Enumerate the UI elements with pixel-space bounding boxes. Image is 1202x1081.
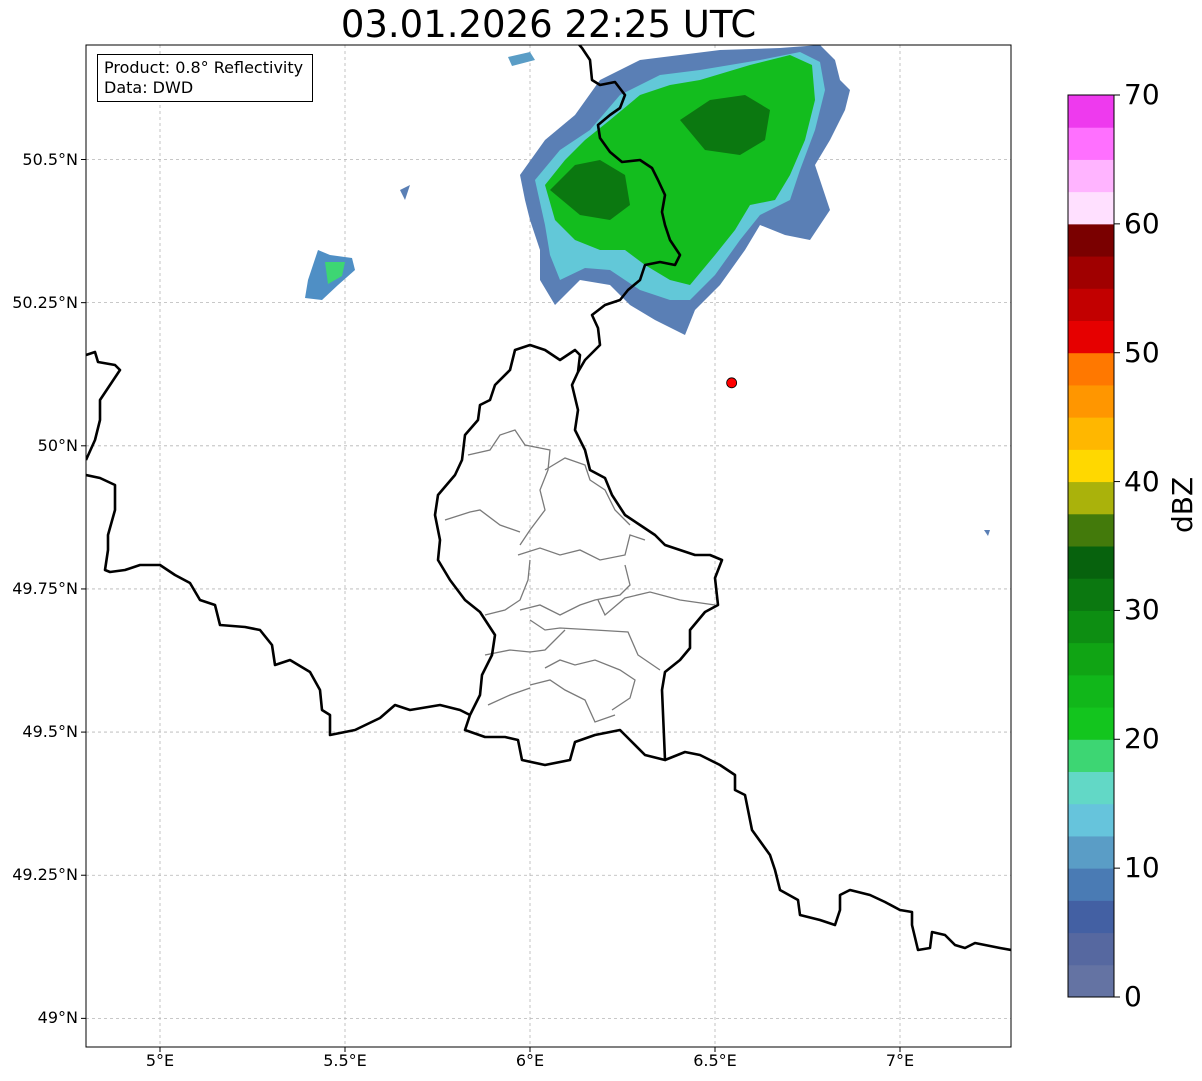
colorbar-segment xyxy=(1068,900,1114,934)
colorbar-tick-label: 0 xyxy=(1124,980,1142,1013)
colorbar-segment xyxy=(1068,513,1114,547)
colorbar-segment xyxy=(1068,320,1114,354)
colorbar-segment xyxy=(1068,835,1114,869)
colorbar xyxy=(1068,94,1120,998)
radar-echoes xyxy=(305,45,990,536)
colorbar-segment xyxy=(1068,642,1114,676)
colorbar-segment xyxy=(1068,256,1114,289)
lat-tick-label: 49.5°N xyxy=(22,722,78,742)
colorbar-segment xyxy=(1068,449,1114,483)
data-source-label: Data: DWD xyxy=(104,78,194,97)
colorbar-tick-label: 30 xyxy=(1124,593,1160,627)
lon-tick-label: 5°E xyxy=(145,1051,175,1070)
echo-top xyxy=(508,52,535,66)
product-label: Product: 0.8° Reflectivity xyxy=(104,58,304,77)
border-lu xyxy=(433,343,724,767)
axis-ticks xyxy=(81,159,901,1052)
lon-tick-label: 5.5°E xyxy=(323,1051,367,1070)
border-be-fr xyxy=(86,473,471,737)
lat-tick-label: 49°N xyxy=(37,1008,78,1028)
colorbar-tick-label: 60 xyxy=(1124,206,1160,240)
colorbar-segment xyxy=(1068,932,1114,966)
lon-tick-label: 6.5°E xyxy=(693,1051,737,1070)
lat-tick-label: 50.25°N xyxy=(12,292,78,312)
colorbar-segment xyxy=(1068,674,1114,708)
lat-tick-label: 49.25°N xyxy=(12,865,78,885)
border-be-fr-west xyxy=(86,350,122,461)
colorbar-segment xyxy=(1068,127,1114,160)
colorbar-segment xyxy=(1068,352,1114,386)
colorbar-segment xyxy=(1068,868,1114,901)
colorbar-segment xyxy=(1068,739,1114,772)
colorbar-segment xyxy=(1068,803,1114,837)
colorbar-unit: dBZ xyxy=(1166,476,1199,533)
lat-tick-label: 49.75°N xyxy=(12,578,78,598)
colorbar-segment xyxy=(1068,964,1114,998)
lat-tick-label: 50.5°N xyxy=(22,149,78,169)
product-info-box: Product: 0.8° Reflectivity Data: DWD xyxy=(97,54,313,102)
colorbar-segment xyxy=(1068,223,1114,257)
location-marker[interactable] xyxy=(726,377,738,389)
colorbar-segment xyxy=(1068,384,1114,418)
colorbar-segment xyxy=(1068,546,1114,579)
colorbar-segment xyxy=(1068,578,1114,611)
colorbar-segment xyxy=(1068,610,1114,644)
colorbar-segment xyxy=(1068,191,1114,225)
lon-tick-label: 6°E xyxy=(515,1051,545,1070)
colorbar-segment xyxy=(1068,771,1114,805)
lat-tick-label: 50°N xyxy=(37,435,78,455)
colorbar-segment xyxy=(1068,481,1114,515)
colorbar-tick-label: 50 xyxy=(1124,335,1160,369)
colorbar-tick-label: 20 xyxy=(1124,722,1160,756)
echo-dot-2 xyxy=(984,530,990,536)
radar-map[interactable] xyxy=(0,0,1202,1081)
colorbar-segment xyxy=(1068,288,1114,321)
colorbar-segment xyxy=(1068,159,1114,193)
echo-dot-1 xyxy=(400,185,410,200)
border-de-fr xyxy=(664,750,1011,952)
colorbar-segment xyxy=(1068,417,1114,450)
lon-tick-label: 7°E xyxy=(885,1051,915,1070)
colorbar-tick-label: 40 xyxy=(1124,464,1160,498)
colorbar-segment xyxy=(1068,95,1114,128)
canton-boundaries xyxy=(444,429,716,723)
colorbar-tick-label: 70 xyxy=(1124,78,1160,111)
colorbar-tick-label: 10 xyxy=(1124,851,1160,885)
colorbar-segment xyxy=(1068,707,1114,740)
